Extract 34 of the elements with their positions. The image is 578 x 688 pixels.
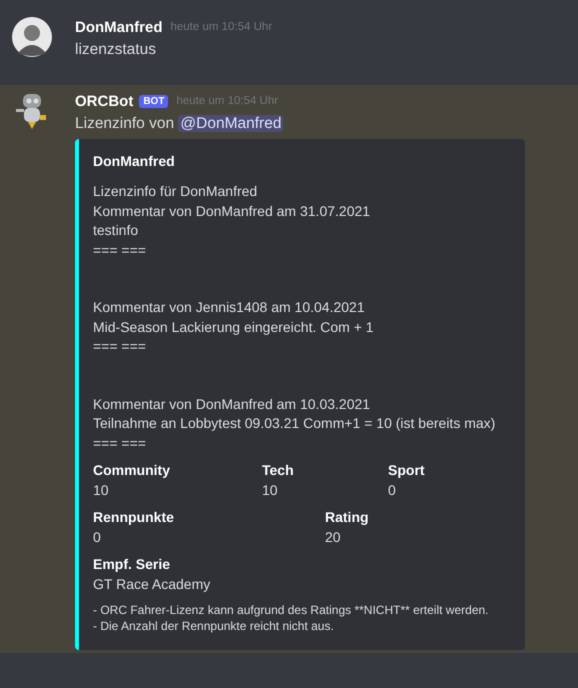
description-line: Kommentar von DonManfred am 10.03.2021	[93, 394, 372, 414]
field-name: Empf. Serie	[93, 555, 172, 574]
field-value: 0	[93, 528, 102, 547]
description-line: Lizenzinfo für DonManfred	[93, 182, 258, 201]
user-mention[interactable]: @DonManfred	[178, 115, 284, 132]
footer-line: - Die Anzahl der Rennpunkte reicht nicht aus.	[93, 618, 335, 634]
field-name: Sport	[388, 461, 426, 480]
description-line: testinfo	[93, 221, 140, 240]
timestamp: heute um 10:54 Uhr	[176, 95, 278, 107]
field-name: Tech	[262, 461, 295, 480]
field-value: 20	[325, 528, 342, 547]
field-value: 10	[262, 481, 279, 500]
bot-tag: BOT	[139, 94, 168, 108]
field-name: Rennpunkte	[93, 508, 175, 527]
embed-title: DonManfred	[93, 153, 176, 169]
timestamp: heute um 10:54 Uhr	[170, 21, 272, 33]
description-line: === ===	[93, 337, 147, 356]
field-name: Community	[93, 461, 171, 480]
footer-line: - ORC Fahrer-Lizenz kann aufgrund des Ratings **NICHT** erteilt werden.	[93, 602, 490, 618]
user-avatar[interactable]	[12, 17, 52, 57]
field-value: GT Race Academy	[93, 575, 212, 594]
message-text: lizenzstatus	[75, 41, 156, 58]
description-line: === ===	[93, 434, 147, 452]
description-line: Kommentar von Jennis1408 am 10.04.2021	[93, 298, 366, 317]
author-name[interactable]: ORCBot	[75, 92, 134, 110]
message-text: Lizenzinfo von	[75, 115, 176, 132]
description-line: Kommentar von DonManfred am 31.07.2021	[93, 202, 372, 220]
field-value: 0	[388, 481, 397, 500]
description-line: Teilnahme an Lobbytest 09.03.21 Comm+1 = 10 (ist bereits max)	[93, 414, 496, 433]
description-line: === ===	[93, 240, 147, 260]
author-name[interactable]: DonManfred	[75, 18, 162, 36]
field-value: 10	[93, 481, 110, 500]
description-line: Mid-Season Lackierung eingereicht. Com + 1	[93, 318, 375, 337]
field-name: Rating	[325, 508, 370, 527]
